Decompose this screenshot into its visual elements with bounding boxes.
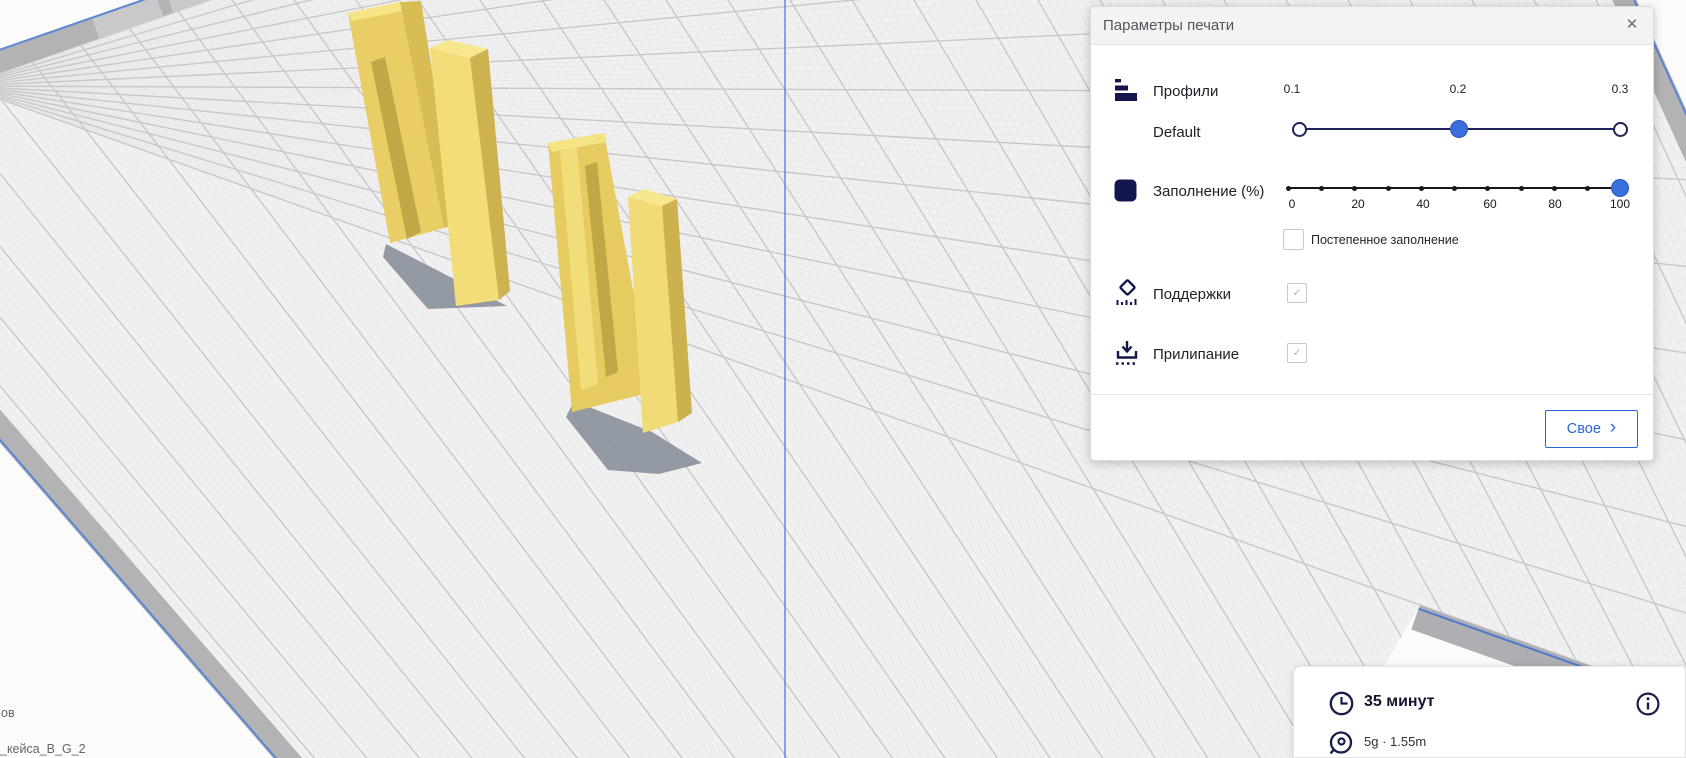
panel-title: Параметры печати — [1103, 17, 1235, 34]
adhesion-checkbox[interactable]: ✓ — [1287, 343, 1307, 363]
print-time: 35 минут — [1364, 693, 1435, 710]
material-usage: 5g · 1.55m — [1364, 734, 1427, 749]
profile-tick-0.2: 0.2 — [1449, 82, 1467, 96]
close-icon[interactable]: ✕ — [1621, 14, 1643, 36]
gradual-infill-label: Постепенное заполнение — [1311, 233, 1459, 247]
infill-label: Заполнение (%) — [1153, 183, 1265, 200]
profile-name: Default — [1153, 124, 1201, 141]
infill-icon — [1114, 179, 1137, 202]
supports-label: Поддержки — [1153, 286, 1231, 303]
adhesion-label: Прилипание — [1153, 346, 1240, 363]
infill-tick-40: 40 — [1416, 197, 1430, 211]
profiles-label: Профили — [1153, 83, 1219, 100]
chevron-right-icon: › — [1609, 417, 1617, 438]
material-spool-icon — [1329, 731, 1353, 755]
infill-tick-60: 60 — [1483, 197, 1497, 211]
info-icon[interactable] — [1635, 691, 1661, 717]
panel-footer-divider — [1091, 394, 1653, 395]
profile-slider-handle-max[interactable] — [1613, 122, 1628, 137]
custom-settings-label: Свое — [1566, 421, 1601, 437]
infill-tick-80: 80 — [1548, 197, 1562, 211]
infill-tick-0: 0 — [1288, 197, 1296, 211]
gradual-infill-checkbox[interactable] — [1283, 229, 1304, 250]
object-list-item[interactable]: ов — [1, 706, 15, 720]
profile-slider-handle-min[interactable] — [1292, 122, 1307, 137]
profile-slider-handle-current[interactable] — [1450, 120, 1468, 138]
adhesion-icon — [1116, 341, 1138, 365]
clock-icon — [1329, 691, 1354, 716]
profile-tick-0.3: 0.3 — [1611, 82, 1629, 96]
supports-icon — [1116, 279, 1137, 305]
object-list-item[interactable]: _кейса_B_G_2 — [0, 742, 86, 756]
print-stats-panel: 35 минут 5g · 1.55m — [1293, 666, 1686, 758]
print-settings-panel: Параметры печати ✕ Профили 0.1 0.2 0.3 D… — [1090, 6, 1654, 461]
infill-tick-100: 100 — [1609, 197, 1631, 211]
custom-settings-button[interactable]: Свое › — [1545, 410, 1638, 448]
infill-slider-handle[interactable] — [1611, 179, 1629, 197]
infill-tick-20: 20 — [1351, 197, 1365, 211]
profile-tick-0.1: 0.1 — [1283, 82, 1301, 96]
layer-height-icon — [1115, 79, 1137, 101]
cura-window: ов _кейса_B_G_2 Параметры печати ✕ Профи… — [0, 0, 1686, 758]
supports-checkbox[interactable]: ✓ — [1287, 283, 1307, 303]
panel-header: Параметры печати ✕ — [1091, 7, 1653, 45]
